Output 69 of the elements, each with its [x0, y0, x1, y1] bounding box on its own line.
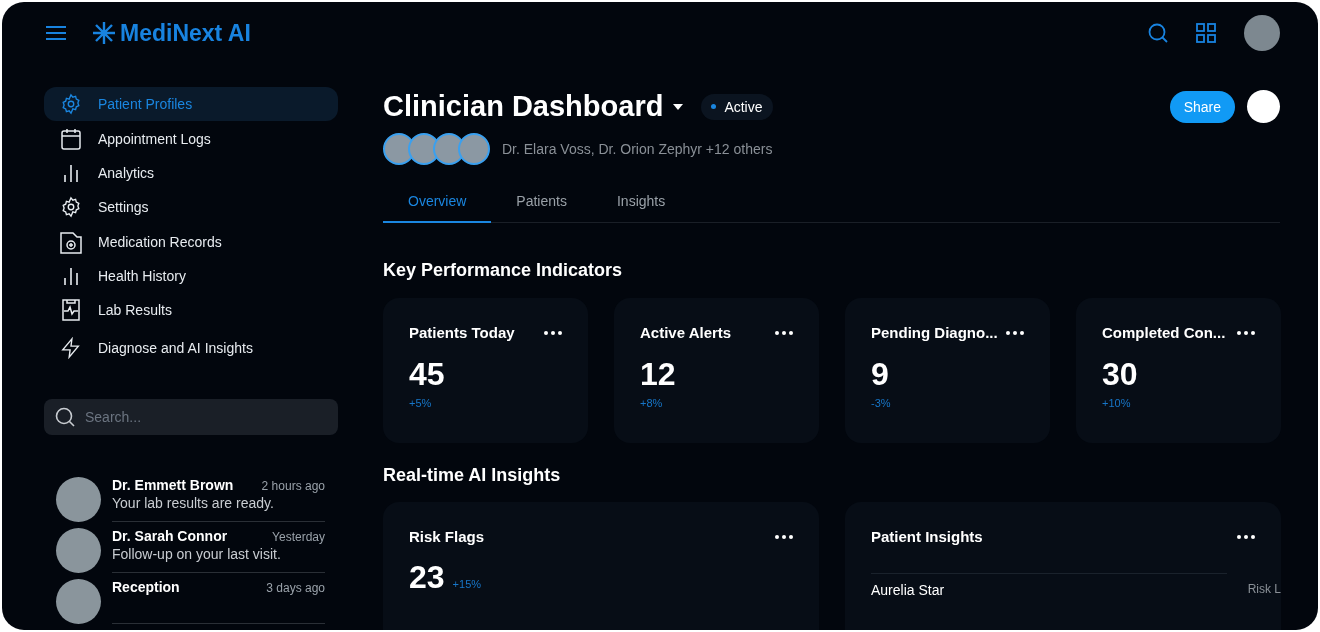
kpi-value: 23 [409, 559, 445, 596]
clipboard-pulse-icon [62, 299, 80, 322]
sidebar-item[interactable]: Settings [44, 190, 338, 225]
more-icon[interactable] [1237, 330, 1255, 335]
kpi-value: 9 [871, 356, 890, 393]
tab[interactable]: Patients [491, 193, 592, 223]
message-time: Yesterday [272, 530, 325, 544]
sidebar-item[interactable]: Lab Results [44, 293, 338, 328]
sidebar-item[interactable]: Analytics [44, 155, 338, 191]
sidebar-item[interactable]: Appointment Logs [44, 121, 338, 156]
avatar [56, 528, 101, 573]
user-avatar[interactable] [1244, 15, 1280, 51]
sidebar-item[interactable]: Patient Profiles [44, 87, 338, 122]
more-icon[interactable] [775, 534, 793, 539]
card-title: Completed Con... [1102, 324, 1226, 341]
column-header: Risk L [1247, 582, 1281, 596]
card-title: Pending Diagno... [871, 324, 998, 341]
medical-folder-icon [60, 229, 82, 254]
more-icon[interactable] [1237, 534, 1255, 539]
section-title: Key Performance Indicators [383, 260, 624, 281]
search-field[interactable]: Search... [44, 399, 338, 435]
message-time: 2 hours ago [261, 479, 325, 493]
calendar-icon [61, 127, 81, 150]
sender-name: Dr. Sarah Connor [112, 528, 228, 544]
collaborators-text: Dr. Elara Voss, Dr. Orion Zephyr +12 others [502, 141, 773, 157]
message-time: 3 days ago [266, 581, 325, 595]
message-preview: Your lab results are ready. [112, 495, 275, 511]
change-percent: -3% [871, 397, 892, 409]
section-title: Real-time AI Insights [383, 465, 562, 486]
more-icon[interactable] [1006, 330, 1024, 335]
change-percent: +10% [1102, 397, 1132, 409]
avatar [56, 477, 101, 522]
change-percent: +5% [409, 397, 433, 409]
kpi-value: 30 [1102, 356, 1139, 393]
more-icon[interactable] [775, 330, 793, 335]
sidebar-item[interactable]: Medication Records [44, 224, 338, 259]
more-icon[interactable] [544, 330, 562, 335]
lightning-icon [60, 336, 82, 359]
more-button[interactable] [1247, 90, 1280, 123]
bar-chart-icon [62, 267, 80, 286]
patient-name: Aurelia Star [871, 582, 945, 598]
card-title: Patients Today [409, 324, 515, 341]
card-title: Active Alerts [640, 324, 732, 341]
search-icon[interactable] [1148, 23, 1168, 43]
sidebar-item[interactable]: Health History [44, 258, 338, 294]
sender-name: Dr. Emmett Brown [112, 477, 234, 493]
caret-icon[interactable] [673, 103, 684, 110]
bar-chart-icon [62, 163, 80, 182]
card-title: Patient Insights [871, 528, 983, 545]
menu-icon[interactable] [46, 26, 66, 40]
app-name: MediNext AI [120, 19, 251, 47]
asterisk-logo-icon [92, 21, 116, 45]
avatar [56, 579, 101, 624]
change-percent: +8% [640, 397, 664, 409]
kpi-value: 12 [640, 356, 677, 393]
card-title: Risk Flags [409, 528, 485, 545]
change-percent: +15% [452, 578, 482, 590]
page-title: Clinician Dashboard [383, 90, 664, 123]
sidebar-item[interactable]: Diagnose and AI Insights [44, 330, 338, 365]
gear-icon [60, 196, 82, 219]
tab[interactable]: Overview [383, 193, 492, 223]
sender-name: Reception [112, 579, 180, 595]
gear-icon [60, 93, 82, 116]
status-text: Active [724, 98, 763, 115]
grid-icon[interactable] [1196, 23, 1216, 43]
avatar [458, 133, 490, 165]
tab[interactable]: Insights [591, 193, 691, 223]
kpi-value: 45 [409, 356, 446, 393]
message-preview: Follow-up on your last visit. [112, 546, 282, 562]
